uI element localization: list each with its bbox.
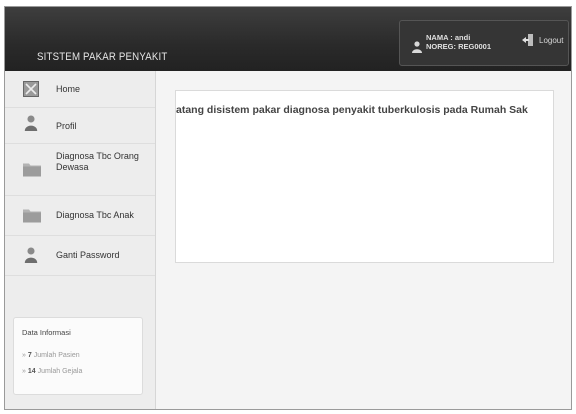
sidebar-item-label: Diagnosa Tbc Orang Dewasa: [56, 151, 139, 172]
info-panel: Data Informasi » 7 Jumlah Pasien » 14 Ju…: [13, 317, 143, 395]
info-pasien: » 7 Jumlah Pasien: [22, 352, 80, 359]
info-title: Data Informasi: [22, 328, 71, 337]
sidebar-item-label: Ganti Password: [56, 250, 120, 260]
app-window: SITSTEM PAKAR PENYAKIT NAMA : andi NOREG…: [4, 6, 572, 410]
info-gejala: » 14 Jumlah Gejala: [22, 368, 83, 375]
pasien-label: Jumlah Pasien: [33, 352, 80, 359]
sidebar: Home Profil Diagnosa Tbc Orang Dewasa Di…: [5, 71, 156, 409]
sidebar-item-ganti-password[interactable]: Ganti Password: [5, 235, 155, 276]
user-noreg: NOREG: REG0001: [426, 42, 492, 51]
brand-title: SITSTEM PAKAR PENYAKIT: [37, 51, 168, 63]
header: SITSTEM PAKAR PENYAKIT NAMA : andi NOREG…: [5, 7, 571, 71]
folder-icon: [23, 163, 41, 177]
sidebar-item-label: Profil: [56, 121, 77, 131]
content-card: atang disistem pakar diagnosa penyakit t…: [175, 90, 554, 263]
logout-button[interactable]: Logout: [522, 33, 563, 47]
welcome-marquee: atang disistem pakar diagnosa penyakit t…: [176, 104, 528, 116]
sidebar-item-profil[interactable]: Profil: [5, 107, 155, 144]
user-icon: [24, 247, 38, 263]
sidebar-item-label: Diagnosa Tbc Anak: [56, 210, 134, 220]
sidebar-item-diagnosa-anak[interactable]: Diagnosa Tbc Anak: [5, 195, 155, 236]
pasien-count: 7: [27, 352, 32, 359]
user-icon: [24, 115, 38, 131]
sidebar-item-label: Home: [56, 84, 81, 94]
gejala-count: 14: [27, 368, 36, 375]
sidebar-item-diagnosa-dewasa[interactable]: Diagnosa Tbc Orang Dewasa: [5, 143, 155, 196]
sidebar-item-home[interactable]: Home: [5, 71, 155, 108]
folder-icon: [23, 209, 41, 223]
logout-icon: [522, 34, 533, 46]
user-name: NAMA : andi: [426, 33, 471, 42]
user-panel: NAMA : andi NOREG: REG0001 Logout: [399, 20, 569, 66]
user-icon: [412, 41, 422, 53]
gejala-label: Jumlah Gejala: [37, 368, 83, 375]
logout-label: Logout: [539, 35, 564, 45]
user-info: NAMA : andi NOREG: REG0001: [426, 33, 491, 51]
home-icon: [23, 81, 39, 97]
